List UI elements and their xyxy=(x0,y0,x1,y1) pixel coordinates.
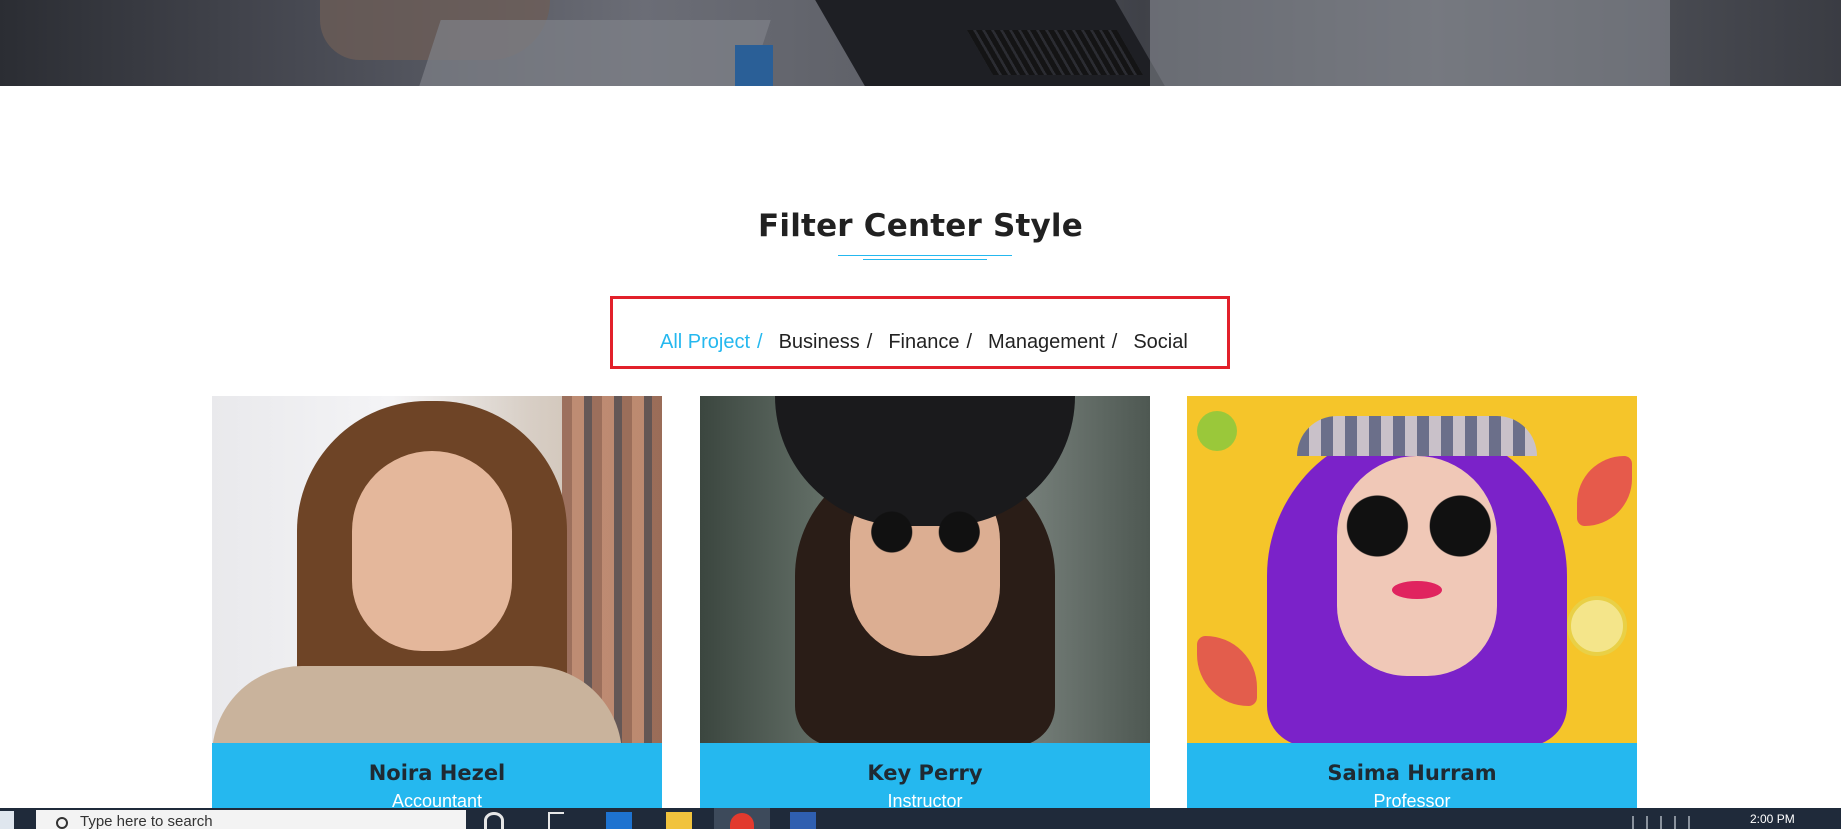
member-role: Professor xyxy=(1373,791,1451,809)
team-member-photo xyxy=(212,396,662,743)
filter-separator: / xyxy=(1111,330,1118,353)
filter-label: All Project xyxy=(660,330,751,353)
team-member-photo xyxy=(700,396,1150,743)
team-card[interactable]: Noira Hezel Accountant xyxy=(212,396,662,809)
system-tray-icons[interactable] xyxy=(1632,816,1702,829)
member-name: Key Perry xyxy=(867,761,983,785)
title-underline xyxy=(838,255,1012,256)
team-card[interactable]: Saima Hurram Professor xyxy=(1187,396,1637,809)
taskbar-clock[interactable]: 2:00 PM xyxy=(1750,812,1795,826)
filter-finance[interactable]: Finance / xyxy=(888,331,988,354)
hero-banner-image xyxy=(0,0,1841,86)
filter-all-project[interactable]: All Project / xyxy=(660,331,779,354)
card-caption: Saima Hurram Professor xyxy=(1187,743,1637,809)
card-caption: Key Perry Instructor xyxy=(700,743,1150,809)
filter-label: Management xyxy=(988,330,1105,353)
card-caption: Noira Hezel Accountant xyxy=(212,743,662,809)
taskbar: Type here to search 2:00 PM xyxy=(0,808,1841,829)
filter-separator: / xyxy=(966,330,973,353)
filter-label: Social xyxy=(1133,330,1188,353)
filter-separator: / xyxy=(866,330,873,353)
windows-start-icon[interactable] xyxy=(0,811,14,829)
outlook-icon[interactable] xyxy=(606,812,632,829)
chrome-icon[interactable] xyxy=(714,808,770,829)
filter-label: Finance xyxy=(888,330,960,353)
taskbar-search-input[interactable]: Type here to search xyxy=(36,810,466,829)
title-underline-inner xyxy=(863,259,987,260)
filter-social[interactable]: Social xyxy=(1133,331,1187,354)
filter-business[interactable]: Business / xyxy=(779,331,889,354)
filter-separator: / xyxy=(757,330,763,353)
member-role: Accountant xyxy=(391,791,483,809)
team-card[interactable]: Key Perry Instructor xyxy=(700,396,1150,809)
file-explorer-icon[interactable] xyxy=(666,812,692,829)
search-placeholder: Type here to search xyxy=(80,813,213,829)
member-name: Noira Hezel xyxy=(368,761,506,785)
cortana-icon[interactable] xyxy=(484,812,504,829)
team-member-photo xyxy=(1187,396,1637,743)
search-icon xyxy=(56,817,68,829)
member-name: Saima Hurram xyxy=(1327,761,1497,785)
filter-nav: All Project / Business / Finance / Manag… xyxy=(660,330,1188,354)
word-icon[interactable] xyxy=(790,812,816,829)
member-role: Instructor xyxy=(887,791,963,809)
section-title: Filter Center Style xyxy=(758,208,1083,244)
task-view-icon[interactable] xyxy=(548,812,564,829)
filter-label: Business xyxy=(778,330,860,353)
filter-management[interactable]: Management / xyxy=(988,331,1133,354)
